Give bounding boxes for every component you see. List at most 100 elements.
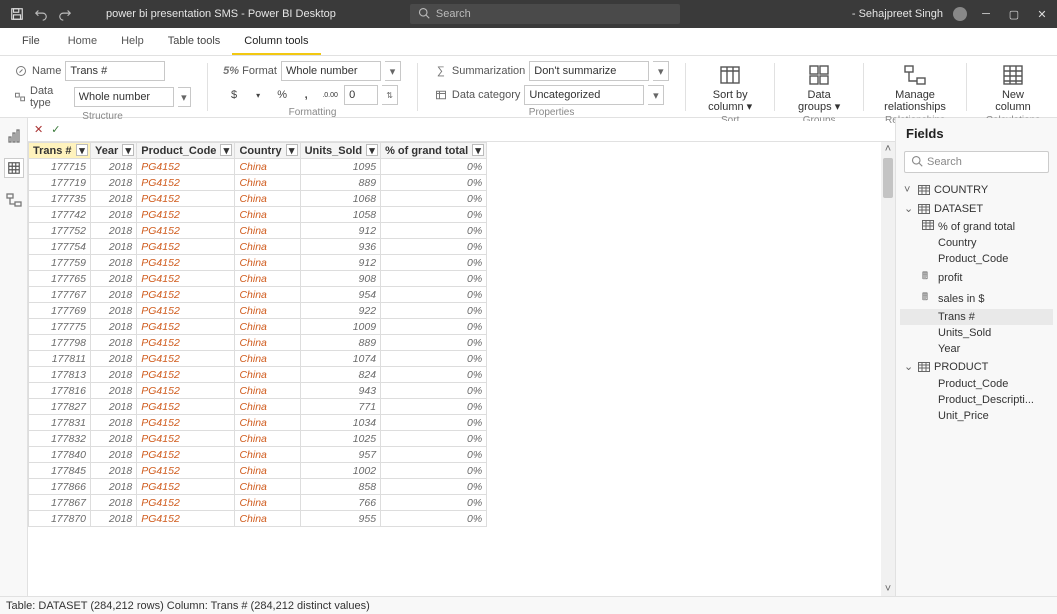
tab-file[interactable]: File <box>10 29 52 55</box>
table-row[interactable]: 1778672018PG4152China7660% <box>29 495 487 511</box>
table-row[interactable]: 1778272018PG4152China7710% <box>29 399 487 415</box>
format-select[interactable] <box>281 61 381 81</box>
cancel-icon[interactable]: ✕ <box>34 123 43 136</box>
table-row[interactable]: 1777672018PG4152China9540% <box>29 287 487 303</box>
column-header[interactable]: Year▾ <box>91 143 137 159</box>
commit-icon[interactable]: ✓ <box>51 123 60 136</box>
maximize-button[interactable]: ▢ <box>1005 8 1023 21</box>
table-row[interactable]: 1778132018PG4152China8240% <box>29 367 487 383</box>
app-search-input[interactable]: Search <box>410 4 680 24</box>
table-row[interactable]: 1777692018PG4152China9220% <box>29 303 487 319</box>
table-row[interactable]: 1777982018PG4152China8890% <box>29 335 487 351</box>
summarization-select[interactable] <box>529 61 649 81</box>
manage-relationships-button[interactable]: Managerelationships <box>880 61 950 113</box>
save-icon[interactable] <box>6 3 28 25</box>
model-view-icon[interactable] <box>4 190 24 210</box>
tab-home[interactable]: Home <box>56 29 109 55</box>
fields-field[interactable]: Trans # <box>900 309 1053 325</box>
fields-field[interactable]: 🖩profit <box>900 267 1053 288</box>
sigma-icon: ∑ <box>434 64 448 78</box>
fields-field[interactable]: Product_Code <box>900 251 1053 267</box>
table-row[interactable]: 1778702018PG4152China9550% <box>29 511 487 527</box>
cell: PG4152 <box>137 255 235 271</box>
currency-button[interactable]: $ <box>224 85 244 105</box>
table-row[interactable]: 1778402018PG4152China9570% <box>29 447 487 463</box>
table-row[interactable]: 1777422018PG4152China10580% <box>29 207 487 223</box>
data-view-icon[interactable] <box>4 158 24 178</box>
fields-field[interactable]: % of grand total <box>900 218 1053 235</box>
column-filter-icon[interactable]: ▾ <box>122 144 134 156</box>
report-view-icon[interactable] <box>4 126 24 146</box>
column-filter-icon[interactable]: ▾ <box>76 144 88 156</box>
fields-table[interactable]: ˅COUNTRY <box>900 181 1053 199</box>
close-button[interactable]: ✕ <box>1033 8 1051 21</box>
column-filter-icon[interactable]: ▾ <box>286 144 298 156</box>
column-header[interactable]: Units_Sold▾ <box>300 143 380 159</box>
decimals-input[interactable] <box>344 85 378 105</box>
cell: 0% <box>381 223 487 239</box>
table-row[interactable]: 1777352018PG4152China10680% <box>29 191 487 207</box>
tab-column-tools[interactable]: Column tools <box>232 29 320 55</box>
scroll-up-icon[interactable]: ˄ <box>881 142 895 156</box>
fields-field[interactable]: Units_Sold <box>900 325 1053 341</box>
fields-field[interactable]: Year <box>900 341 1053 357</box>
table-row[interactable]: 1778162018PG4152China9430% <box>29 383 487 399</box>
column-filter-icon[interactable]: ▾ <box>472 144 484 156</box>
table-row[interactable]: 1777152018PG4152China10950% <box>29 159 487 175</box>
column-header[interactable]: Country▾ <box>235 143 300 159</box>
table-row[interactable]: 1777652018PG4152China9080% <box>29 271 487 287</box>
column-header[interactable]: % of grand total▾ <box>381 143 487 159</box>
redo-icon[interactable] <box>54 3 76 25</box>
cell: 0% <box>381 447 487 463</box>
fields-field[interactable]: Product_Code <box>900 376 1053 392</box>
new-column-button[interactable]: Newcolumn <box>983 61 1043 113</box>
table-row[interactable]: 1777752018PG4152China10090% <box>29 319 487 335</box>
data-grid: Trans #▾Year▾Product_Code▾Country▾Units_… <box>28 142 487 527</box>
avatar[interactable] <box>953 7 967 21</box>
table-row[interactable]: 1777542018PG4152China9360% <box>29 239 487 255</box>
fields-search-input[interactable]: Search <box>904 151 1049 173</box>
fields-field[interactable]: 🖩sales in $ <box>900 288 1053 309</box>
formula-input[interactable] <box>68 121 889 139</box>
stepper-icon[interactable]: ⇅ <box>382 85 398 105</box>
percent-button[interactable]: % <box>272 85 292 105</box>
currency-caret[interactable]: ▾ <box>248 85 268 105</box>
comma-button[interactable]: , <box>296 85 316 105</box>
tab-help[interactable]: Help <box>109 29 156 55</box>
table-row[interactable]: 1778312018PG4152China10340% <box>29 415 487 431</box>
fields-table[interactable]: ⌄PRODUCT <box>900 357 1053 376</box>
chevron-down-icon[interactable]: ▾ <box>648 85 664 105</box>
scroll-thumb[interactable] <box>883 158 893 198</box>
vertical-scrollbar[interactable]: ˄ ˅ <box>881 142 895 596</box>
fields-field[interactable]: Country <box>900 235 1053 251</box>
column-header[interactable]: Trans #▾ <box>29 143 91 159</box>
category-select[interactable] <box>524 85 644 105</box>
table-row[interactable]: 1778112018PG4152China10740% <box>29 351 487 367</box>
table-row[interactable]: 1778662018PG4152China8580% <box>29 479 487 495</box>
column-filter-icon[interactable]: ▾ <box>220 144 232 156</box>
scroll-down-icon[interactable]: ˅ <box>881 582 895 596</box>
chevron-down-icon[interactable]: ▾ <box>385 61 401 81</box>
column-filter-icon[interactable]: ▾ <box>366 144 378 156</box>
table-row[interactable]: 1778452018PG4152China10020% <box>29 463 487 479</box>
datatype-select[interactable] <box>74 87 174 107</box>
chevron-down-icon[interactable]: ▾ <box>178 87 192 107</box>
sort-by-column-button[interactable]: Sort bycolumn ▾ <box>702 61 758 113</box>
table-row[interactable]: 1778322018PG4152China10250% <box>29 431 487 447</box>
tab-table-tools[interactable]: Table tools <box>156 29 233 55</box>
undo-icon[interactable] <box>30 3 52 25</box>
table-row[interactable]: 1777192018PG4152China8890% <box>29 175 487 191</box>
column-header[interactable]: Product_Code▾ <box>137 143 235 159</box>
cell: 0% <box>381 207 487 223</box>
column-name-input[interactable] <box>65 61 165 81</box>
chevron-down-icon[interactable]: ▾ <box>653 61 669 81</box>
table-row[interactable]: 1777522018PG4152China9120% <box>29 223 487 239</box>
cell: 1068 <box>300 191 380 207</box>
data-groups-button[interactable]: Datagroups ▾ <box>791 61 847 113</box>
fields-field[interactable]: Unit_Price <box>900 408 1053 424</box>
cell: 2018 <box>91 239 137 255</box>
minimize-button[interactable]: ─ <box>977 8 995 20</box>
fields-field[interactable]: Product_Descripti... <box>900 392 1053 408</box>
fields-table[interactable]: ⌄DATASET <box>900 199 1053 218</box>
table-row[interactable]: 1777592018PG4152China9120% <box>29 255 487 271</box>
